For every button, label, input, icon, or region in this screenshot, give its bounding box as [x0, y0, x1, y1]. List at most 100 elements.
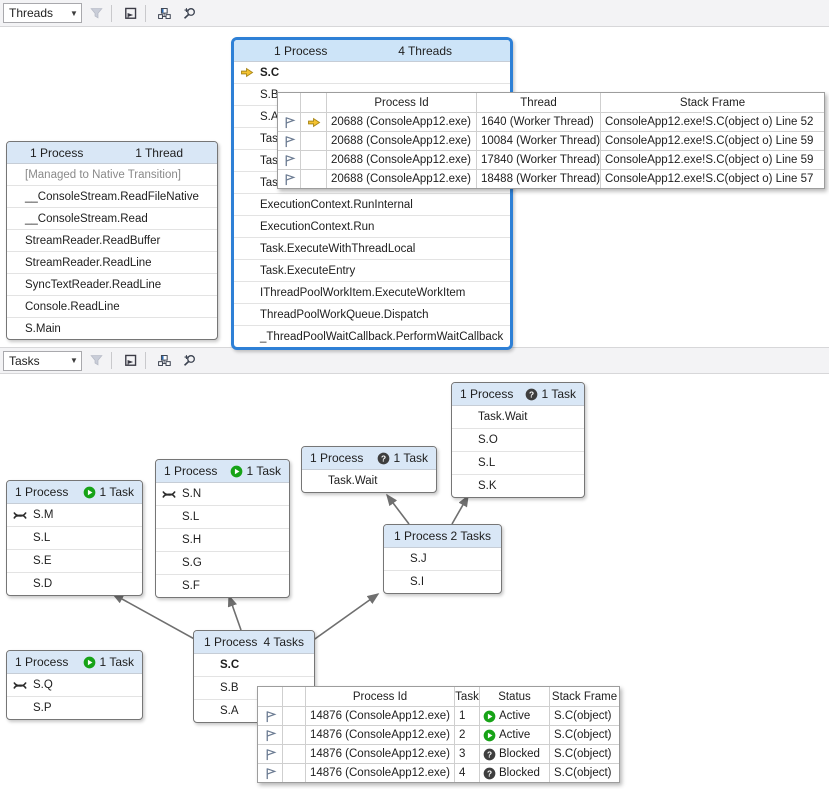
frame-row[interactable]: StreamReader.ReadBuffer	[7, 229, 217, 251]
tangled-threads-icon	[7, 680, 33, 691]
frame-row[interactable]: S.I	[384, 570, 501, 593]
method-view-icon	[158, 354, 171, 367]
grid-header-row: Process Id Task Status Stack Frame	[258, 687, 619, 706]
blocked-icon: ?	[483, 767, 496, 780]
svg-text:?: ?	[487, 768, 492, 778]
frame-row[interactable]: __ConsoleStream.ReadFileNative	[7, 185, 217, 207]
grid-row[interactable]: 20688 (ConsoleApp12.exe) 17840 (Worker T…	[278, 150, 824, 169]
box-header: 1 Process 1 Thread	[7, 142, 217, 164]
frame-row[interactable]: __ConsoleStream.Read	[7, 207, 217, 229]
show-only-flagged-button[interactable]	[119, 350, 141, 372]
frame-row[interactable]: S.L	[452, 451, 584, 474]
grid-row[interactable]: 14876 (ConsoleApp12.exe) 2 Active S.C(ob…	[258, 725, 619, 744]
grid-row[interactable]: 20688 (ConsoleApp12.exe) 10084 (Worker T…	[278, 131, 824, 150]
frame-row[interactable]: S.N	[156, 483, 289, 505]
box-header: 1 Process 4 Threads	[234, 40, 510, 62]
column-header[interactable]: Stack Frame	[549, 687, 619, 706]
frame-row[interactable]: Task.Wait	[302, 470, 436, 492]
grid-row[interactable]: 14876 (ConsoleApp12.exe) 1 Active S.C(ob…	[258, 706, 619, 725]
flag-icon[interactable]	[278, 150, 300, 169]
stack-box-blocked-top[interactable]: 1 Process ? 1 Task Task.Wait S.O S.L S.K	[451, 382, 585, 498]
stack-box-running-m[interactable]: 1 Process 1 Task S.M S.L S.E S.D	[6, 480, 143, 596]
zoom-search-icon	[183, 354, 196, 367]
stack-box-running-q[interactable]: 1 Process 1 Task S.Q S.P	[6, 650, 143, 720]
frame-row[interactable]: Console.ReadLine	[7, 295, 217, 317]
frame-row[interactable]: Task.ExecuteEntry	[234, 259, 510, 281]
threads-grid: Process Id Thread Stack Frame 20688 (Con…	[277, 92, 825, 189]
frame-row[interactable]: ThreadPoolWorkQueue.Dispatch	[234, 303, 510, 325]
stack-box-blocked-mid[interactable]: 1 Process ? 1 Task Task.Wait	[301, 446, 437, 493]
status-badge: ? Blocked	[479, 763, 549, 782]
show-flagged-icon	[124, 354, 137, 367]
grid-row[interactable]: 20688 (ConsoleApp12.exe) 18488 (Worker T…	[278, 169, 824, 188]
frame-row[interactable]: S.Main	[7, 317, 217, 339]
frame-row-current[interactable]: S.C	[234, 62, 510, 83]
stack-box-running-n[interactable]: 1 Process 1 Task S.N S.L S.H S.G S.F	[155, 459, 290, 598]
grid-row[interactable]: 14876 (ConsoleApp12.exe) 4 ? Blocked S.C…	[258, 763, 619, 782]
frame-row[interactable]: S.L	[156, 505, 289, 528]
column-header[interactable]: Process Id	[305, 687, 454, 706]
svg-text:?: ?	[380, 453, 385, 463]
filter-flagged-button[interactable]	[85, 350, 107, 372]
stack-box-main-thread[interactable]: 1 Process 1 Thread [Managed to Native Tr…	[6, 141, 218, 340]
frame-row[interactable]: IThreadPoolWorkItem.ExecuteWorkItem	[234, 281, 510, 303]
flag-icon[interactable]	[258, 744, 282, 763]
grid-row[interactable]: 20688 (ConsoleApp12.exe) 1640 (Worker Th…	[278, 112, 824, 131]
frame-row[interactable]: Task.ExecuteWithThreadLocal	[234, 237, 510, 259]
flag-icon[interactable]	[278, 169, 300, 188]
frame-row[interactable]: Task.Wait	[452, 406, 584, 428]
column-header[interactable]: Status	[479, 687, 549, 706]
filter-icon	[90, 7, 103, 20]
frame-row[interactable]: S.H	[156, 528, 289, 551]
stack-box-worker-threads[interactable]: 1 Process 4 Threads S.C S.B S.A Task Tas…	[231, 37, 513, 350]
frame-row-current[interactable]: S.C	[194, 654, 314, 676]
running-icon	[483, 710, 496, 723]
frame-row[interactable]: S.G	[156, 551, 289, 574]
flag-icon[interactable]	[278, 131, 300, 150]
frame-row[interactable]: S.Q	[7, 674, 142, 696]
frame-row[interactable]: _ThreadPoolWaitCallback.PerformWaitCallb…	[234, 325, 510, 347]
zoom-control-button[interactable]	[178, 2, 200, 24]
stack-box-two-tasks[interactable]: 1 Process 2 Tasks S.J S.I	[383, 524, 502, 594]
column-header[interactable]: Stack Frame	[600, 93, 824, 112]
zoom-search-icon	[183, 7, 196, 20]
column-header[interactable]: Task	[454, 687, 479, 706]
frame-row[interactable]: S.P	[7, 696, 142, 719]
column-header[interactable]: Process Id	[326, 93, 476, 112]
view-selector-threads[interactable]: Threads ▼	[3, 3, 82, 23]
column-header[interactable]: Thread	[476, 93, 600, 112]
current-arrow-icon	[234, 67, 260, 78]
flag-icon[interactable]	[258, 706, 282, 725]
frame-row[interactable]: S.M	[7, 504, 142, 526]
view-selector-tasks[interactable]: Tasks ▼	[3, 351, 82, 371]
frame-row[interactable]: ExecutionContext.Run	[234, 215, 510, 237]
frame-row[interactable]: S.K	[452, 474, 584, 497]
filter-flagged-button[interactable]	[85, 2, 107, 24]
box-header: 1 Process 2 Tasks	[384, 525, 501, 548]
frame-row[interactable]: S.L	[7, 526, 142, 549]
box-header: 1 Process 4 Tasks	[194, 631, 314, 654]
toolbar-separator	[111, 5, 112, 22]
frame-row[interactable]: S.F	[156, 574, 289, 597]
flag-icon[interactable]	[258, 725, 282, 744]
box-header: 1 Process ? 1 Task	[452, 383, 584, 406]
frame-row[interactable]: StreamReader.ReadLine	[7, 251, 217, 273]
toggle-method-view-button[interactable]	[153, 350, 175, 372]
svg-text:?: ?	[528, 389, 533, 399]
frame-row[interactable]: [Managed to Native Transition]	[7, 164, 217, 185]
frame-row[interactable]: ExecutionContext.RunInternal	[234, 193, 510, 215]
frame-row[interactable]: S.E	[7, 549, 142, 572]
frame-row[interactable]: S.D	[7, 572, 142, 595]
zoom-control-button[interactable]	[178, 350, 200, 372]
flag-icon[interactable]	[278, 112, 300, 131]
frame-row[interactable]: SyncTextReader.ReadLine	[7, 273, 217, 295]
grid-row[interactable]: 14876 (ConsoleApp12.exe) 3 ? Blocked S.C…	[258, 744, 619, 763]
toggle-method-view-button[interactable]	[153, 2, 175, 24]
show-only-flagged-button[interactable]	[119, 2, 141, 24]
frame-row[interactable]: S.J	[384, 548, 501, 570]
tangled-threads-icon	[7, 510, 33, 521]
box-header: 1 Process 1 Task	[7, 481, 142, 504]
frame-row[interactable]: S.O	[452, 428, 584, 451]
current-arrow-icon	[300, 112, 326, 131]
flag-icon[interactable]	[258, 763, 282, 782]
